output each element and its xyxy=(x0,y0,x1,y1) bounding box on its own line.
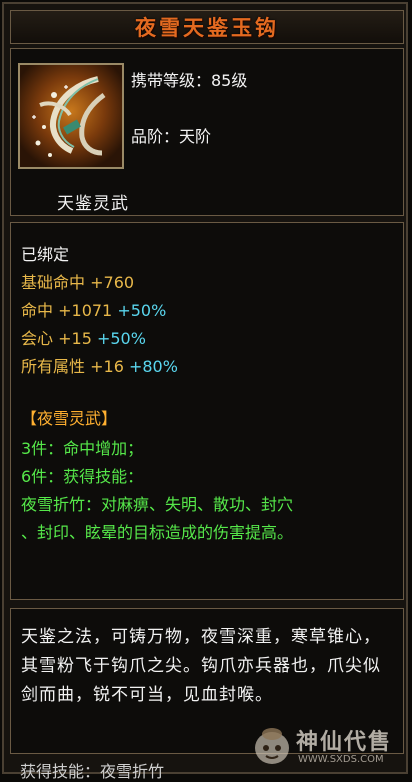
carry-level: 携带等级：85级 xyxy=(131,71,248,90)
stat-value: +15 xyxy=(58,329,92,348)
stat-label: 所有属性 xyxy=(21,357,86,376)
lore-text: 天鉴之法，可铸万物，夜雪深重，寒草锥心，其雪粉飞于钩爪之尖。钩爪亦兵器也，爪尖似… xyxy=(21,627,381,705)
stat-value: +1071 xyxy=(58,301,113,320)
stat-base-hit: 基础命中 +760 xyxy=(21,269,134,293)
title-bar: 夜雪天鉴玉钩 xyxy=(10,10,404,44)
set-name: 【夜雪灵武】 xyxy=(21,409,118,428)
item-icon xyxy=(18,63,124,169)
stat-value: +760 xyxy=(90,273,135,292)
set-bonus-6: 6件：获得技能： xyxy=(21,467,144,486)
set-skill-line-2: 、封印、眩晕的目标造成的伤害提高。 xyxy=(21,523,294,542)
watermark: 神仙代售 WWW.SXDS.COM xyxy=(252,722,406,770)
stats-panel: 已绑定 基础命中 +760 命中 +1071 +50% 会心 +15 +50% … xyxy=(10,222,404,600)
item-subtitle: 天鉴灵武 xyxy=(57,194,129,214)
stat-crit: 会心 +15 +50% xyxy=(21,325,146,349)
bound-status: 已绑定 xyxy=(21,245,70,264)
set-bonus-3: 3件：命中增加； xyxy=(21,439,144,458)
stat-bonus: +50% xyxy=(117,301,167,320)
watermark-brand: 神仙代售 xyxy=(296,729,393,755)
item-title: 夜雪天鉴玉钩 xyxy=(135,15,279,40)
stat-label: 命中 xyxy=(21,301,54,320)
cutoff-text: 获得技能：夜雪折竹 xyxy=(20,762,165,781)
watermark-url: WWW.SXDS.COM xyxy=(298,754,384,765)
stat-label: 会心 xyxy=(21,329,54,348)
stat-bonus: +50% xyxy=(96,329,146,348)
set-skill-line-1: 夜雪折竹：对麻痹、失明、散功、封穴 xyxy=(21,495,294,514)
stat-all-attributes: 所有属性 +16 +80% xyxy=(21,353,178,377)
hook-weapon-icon xyxy=(20,65,122,167)
item-tooltip: 夜雪天鉴玉钩 携带等级：85级 品阶：天阶 天鉴灵武 已绑定 基础命中 +760… xyxy=(2,2,408,781)
stat-value: +16 xyxy=(90,357,124,376)
stat-hit: 命中 +1071 +50% xyxy=(21,297,166,321)
mascot-icon xyxy=(255,728,289,764)
stat-bonus: +80% xyxy=(128,357,178,376)
stat-label: 基础命中 xyxy=(21,273,86,292)
item-header-panel: 携带等级：85级 品阶：天阶 天鉴灵武 xyxy=(10,48,404,216)
item-grade: 品阶：天阶 xyxy=(131,127,212,146)
